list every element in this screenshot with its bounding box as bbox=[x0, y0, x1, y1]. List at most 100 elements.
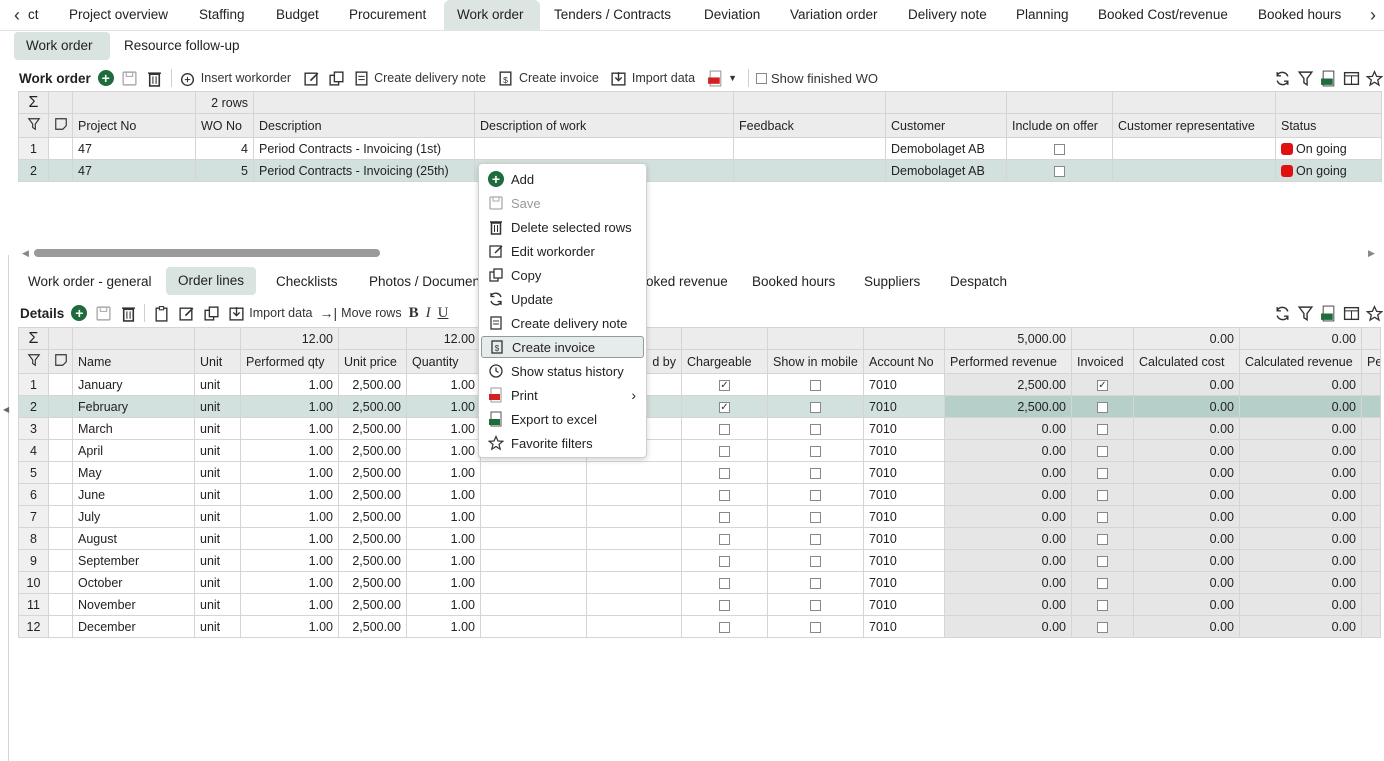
cell-hidden[interactable] bbox=[480, 615, 587, 638]
menu-item-delete-selected-rows[interactable]: Delete selected rows bbox=[481, 216, 644, 238]
cell-calculated-revenue[interactable]: 0.00 bbox=[1239, 571, 1362, 594]
subtab-work-order[interactable]: Work order bbox=[14, 32, 110, 60]
cell-name[interactable]: September bbox=[72, 549, 195, 572]
chargeable-checkbox[interactable] bbox=[719, 555, 730, 567]
show-in-mobile-checkbox[interactable] bbox=[810, 379, 821, 391]
cell-note[interactable] bbox=[48, 395, 73, 418]
cell-calculated-revenue[interactable]: 0.00 bbox=[1239, 395, 1362, 418]
col-description-of-work[interactable]: Description of work bbox=[474, 113, 734, 138]
invoiced-checkbox[interactable] bbox=[1097, 533, 1108, 545]
cell-performed-by[interactable] bbox=[586, 527, 682, 550]
filter-icon[interactable] bbox=[1296, 69, 1314, 87]
cell-calculated-revenue[interactable]: 0.00 bbox=[1239, 505, 1362, 528]
cell-quantity[interactable]: 1.00 bbox=[406, 593, 481, 616]
cell-feedback[interactable] bbox=[733, 137, 886, 160]
table-row[interactable]: 4 April unit 1.00 2,500.00 1.00 7010 0.00 0.00 0.… bbox=[18, 439, 1381, 462]
table-row[interactable]: 12 December unit 1.00 2,500.00 1.00 7010 0.00 0.… bbox=[18, 615, 1381, 638]
invoiced-checkbox[interactable] bbox=[1097, 577, 1108, 589]
cell-invoiced[interactable] bbox=[1071, 395, 1134, 418]
cell-performed-revenue[interactable]: 0.00 bbox=[944, 549, 1072, 572]
pdf-dropdown[interactable]: ▼ bbox=[706, 69, 737, 87]
cell-wo-no[interactable]: 4 bbox=[195, 137, 254, 160]
col-status[interactable]: Status bbox=[1275, 113, 1382, 138]
cell-invoiced[interactable] bbox=[1071, 527, 1134, 550]
add-icon[interactable]: + bbox=[97, 70, 114, 86]
table-row[interactable]: 2 February unit 1.00 2,500.00 1.00 ✓ 7010 2,500.… bbox=[18, 395, 1381, 418]
cell-calculated-cost[interactable]: 0.00 bbox=[1133, 373, 1240, 396]
tab-checklists[interactable]: Checklists bbox=[264, 268, 350, 296]
cell-show-in-mobile[interactable] bbox=[767, 395, 864, 418]
cell-performed-revenue[interactable]: 0.00 bbox=[944, 571, 1072, 594]
menu-item-create-invoice[interactable]: $ Create invoice bbox=[481, 336, 644, 358]
cell-unit[interactable]: unit bbox=[194, 549, 241, 572]
cell-calculated-cost[interactable]: 0.00 bbox=[1133, 483, 1240, 506]
cell-quantity[interactable]: 1.00 bbox=[406, 527, 481, 550]
cell-performed-qty[interactable]: 1.00 bbox=[240, 373, 339, 396]
table-row[interactable]: 3 March unit 1.00 2,500.00 1.00 7010 0.00 0.00 0.… bbox=[18, 417, 1381, 440]
cell-performed-qty[interactable]: 1.00 bbox=[240, 549, 339, 572]
cell-description[interactable]: Period Contracts - Invoicing (25th) bbox=[253, 159, 475, 182]
invoiced-checkbox[interactable] bbox=[1097, 401, 1108, 413]
cell-performed-qty[interactable]: 1.00 bbox=[240, 615, 339, 638]
chargeable-checkbox[interactable] bbox=[719, 445, 730, 457]
tab-project-truncated[interactable]: ct bbox=[18, 0, 49, 30]
show-in-mobile-checkbox[interactable] bbox=[810, 599, 821, 611]
cell-unit-price[interactable]: 2,500.00 bbox=[338, 571, 407, 594]
cell-account-no[interactable]: 7010 bbox=[863, 439, 945, 462]
cell-calculated-cost[interactable]: 0.00 bbox=[1133, 505, 1240, 528]
cell-account-no[interactable]: 7010 bbox=[863, 483, 945, 506]
cell-performed-revenue[interactable]: 0.00 bbox=[944, 417, 1072, 440]
cell-unit-price[interactable]: 2,500.00 bbox=[338, 439, 407, 462]
invoiced-checkbox[interactable]: ✓ bbox=[1097, 379, 1108, 391]
cell-unit-price[interactable]: 2,500.00 bbox=[338, 417, 407, 440]
cell-show-in-mobile[interactable] bbox=[767, 527, 864, 550]
cell-pe[interactable] bbox=[1361, 505, 1381, 528]
cell-pe[interactable] bbox=[1361, 615, 1381, 638]
cell-invoiced[interactable] bbox=[1071, 505, 1134, 528]
cell-chargeable[interactable] bbox=[681, 549, 768, 572]
tab-staffing[interactable]: Staffing bbox=[189, 0, 255, 30]
cell-show-in-mobile[interactable] bbox=[767, 461, 864, 484]
include-checkbox[interactable] bbox=[1054, 143, 1065, 155]
cell-customer[interactable]: Demobolaget AB bbox=[885, 159, 1007, 182]
cell-unit[interactable]: unit bbox=[194, 483, 241, 506]
add-icon[interactable]: + bbox=[71, 305, 88, 321]
cell-unit[interactable]: unit bbox=[194, 527, 241, 550]
cell-unit-price[interactable]: 2,500.00 bbox=[338, 527, 407, 550]
chargeable-checkbox[interactable] bbox=[719, 599, 730, 611]
cell-invoiced[interactable] bbox=[1071, 417, 1134, 440]
col-account-no[interactable]: Account No bbox=[863, 349, 945, 374]
cell-note[interactable] bbox=[48, 483, 73, 506]
col-include-on-offer[interactable]: Include on offer bbox=[1006, 113, 1113, 138]
cell-hidden[interactable] bbox=[480, 571, 587, 594]
cell-performed-qty[interactable]: 1.00 bbox=[240, 461, 339, 484]
col-unit-price[interactable]: Unit price bbox=[338, 349, 407, 374]
cell-account-no[interactable]: 7010 bbox=[863, 549, 945, 572]
trash-icon[interactable] bbox=[119, 304, 137, 322]
cell-account-no[interactable]: 7010 bbox=[863, 505, 945, 528]
bold-icon[interactable]: B bbox=[409, 305, 419, 322]
cell-chargeable[interactable] bbox=[681, 615, 768, 638]
cell-customer[interactable]: Demobolaget AB bbox=[885, 137, 1007, 160]
cell-performed-qty[interactable]: 1.00 bbox=[240, 483, 339, 506]
cell-account-no[interactable]: 7010 bbox=[863, 615, 945, 638]
cell-unit-price[interactable]: 2,500.00 bbox=[338, 549, 407, 572]
col-quantity[interactable]: Quantity bbox=[406, 349, 481, 374]
italic-icon[interactable]: I bbox=[426, 305, 431, 322]
cell-performed-by[interactable] bbox=[586, 461, 682, 484]
cell-note[interactable] bbox=[48, 527, 73, 550]
cell-quantity[interactable]: 1.00 bbox=[406, 615, 481, 638]
cell-note[interactable] bbox=[48, 373, 73, 396]
cell-calculated-revenue[interactable]: 0.00 bbox=[1239, 439, 1362, 462]
scroll-left-icon[interactable]: ◀ bbox=[22, 248, 29, 259]
col-invoiced[interactable]: Invoiced bbox=[1071, 349, 1134, 374]
filter-icon[interactable] bbox=[1296, 304, 1314, 322]
cell-chargeable[interactable] bbox=[681, 505, 768, 528]
cell-chargeable[interactable] bbox=[681, 483, 768, 506]
cell-performed-qty[interactable]: 1.00 bbox=[240, 395, 339, 418]
table-row[interactable]: 8 August unit 1.00 2,500.00 1.00 7010 0.00 0.00 0… bbox=[18, 527, 1381, 550]
cell-performed-by[interactable] bbox=[586, 571, 682, 594]
tab-work-order[interactable]: Work order bbox=[444, 0, 540, 30]
cell-calculated-cost[interactable]: 0.00 bbox=[1133, 461, 1240, 484]
chargeable-checkbox[interactable] bbox=[719, 533, 730, 545]
